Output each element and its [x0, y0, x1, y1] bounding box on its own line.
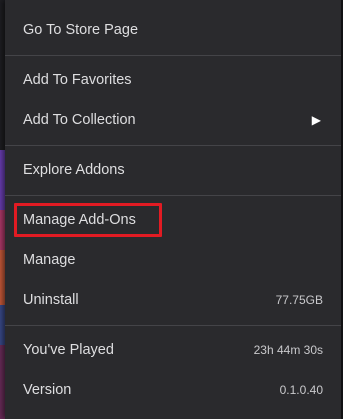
- menu-item-add-to-collection[interactable]: Add To Collection ▶: [5, 102, 341, 138]
- menu-item-label: You've Played: [23, 342, 114, 358]
- menu-separator: [5, 55, 341, 56]
- playtime-value: 23h 44m 30s: [253, 343, 323, 357]
- menu-separator: [5, 195, 341, 196]
- menu-item-manage[interactable]: Manage: [5, 242, 341, 278]
- install-size-value: 77.75GB: [275, 293, 323, 307]
- menu-item-label: Manage Add-Ons: [23, 212, 136, 228]
- menu-item-manage-add-ons[interactable]: Manage Add-Ons: [5, 202, 341, 238]
- menu-item-label: Add To Collection: [23, 112, 136, 128]
- menu-item-uninstall[interactable]: Uninstall 77.75GB: [5, 282, 341, 318]
- menu-item-label: Manage: [23, 252, 76, 268]
- context-menu: Go To Store Page Add To Favorites Add To…: [5, 0, 341, 419]
- menu-separator: [5, 145, 341, 146]
- menu-item-youve-played: You've Played 23h 44m 30s: [5, 332, 341, 368]
- menu-item-version: Version 0.1.0.40: [5, 372, 341, 408]
- menu-separator: [5, 325, 341, 326]
- triangle-right-icon: ▶: [311, 113, 321, 127]
- version-value: 0.1.0.40: [279, 383, 323, 397]
- menu-item-explore-addons[interactable]: Explore Addons: [5, 152, 341, 188]
- menu-item-label: Uninstall: [23, 292, 79, 308]
- menu-item-label: Version: [23, 382, 72, 398]
- menu-item-label: Add To Favorites: [23, 72, 132, 88]
- menu-item-label: Go To Store Page: [23, 22, 139, 38]
- menu-item-add-to-favorites[interactable]: Add To Favorites: [5, 62, 341, 98]
- menu-item-go-to-store-page[interactable]: Go To Store Page: [5, 12, 341, 48]
- menu-item-label: Explore Addons: [23, 162, 125, 178]
